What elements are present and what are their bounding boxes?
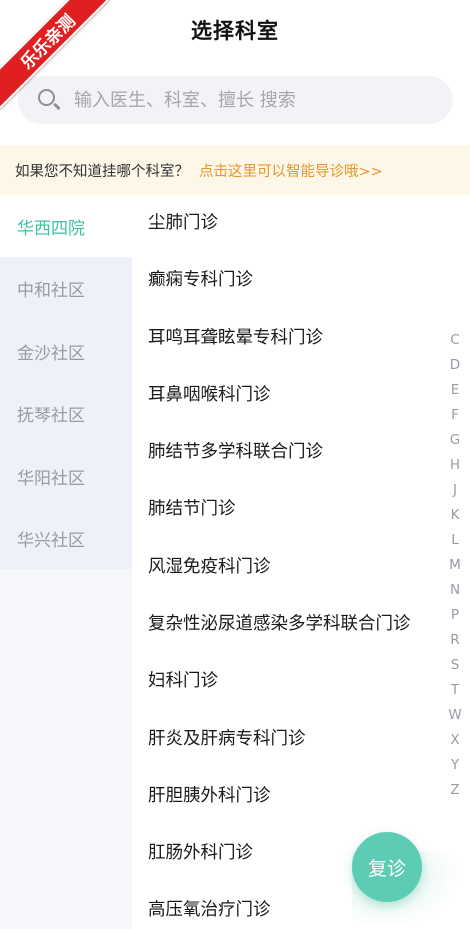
sidebar-item-huaxi-4[interactable]: 华西四院 xyxy=(0,195,132,257)
index-letter[interactable]: Y xyxy=(444,755,466,775)
index-letter[interactable]: N xyxy=(444,580,466,600)
index-letter[interactable]: X xyxy=(444,730,466,750)
smart-guide-link[interactable]: 点击这里可以智能导诊哦>> xyxy=(199,160,383,181)
index-letter[interactable]: R xyxy=(444,630,466,650)
sidebar-item-huaxing[interactable]: 华兴社区 xyxy=(0,507,132,569)
list-item[interactable]: 复杂性泌尿道感染多学科联合门诊 xyxy=(148,611,448,637)
index-letter[interactable]: L xyxy=(444,530,466,550)
revisit-button[interactable]: 复诊 xyxy=(352,832,422,902)
list-item[interactable]: 耳鸣耳聋眩晕专科门诊 xyxy=(148,325,448,351)
index-letter[interactable]: C xyxy=(444,330,466,350)
sidebar-item-zhonghe[interactable]: 中和社区 xyxy=(0,257,132,319)
sidebar-item-jinsha[interactable]: 金沙社区 xyxy=(0,320,132,382)
index-letter[interactable]: W xyxy=(444,705,466,725)
corner-badge: 乐乐亲测 xyxy=(0,0,110,110)
index-letter[interactable]: H xyxy=(444,455,466,475)
list-item[interactable]: 尘肺门诊 xyxy=(148,210,448,236)
list-item[interactable]: 肝炎及肝病专科门诊 xyxy=(148,726,448,752)
list-item[interactable]: 耳鼻咽喉科门诊 xyxy=(148,382,448,408)
index-letter[interactable]: K xyxy=(444,505,466,525)
index-letter[interactable]: Z xyxy=(444,780,466,800)
index-letter[interactable]: M xyxy=(444,555,466,575)
badge-text: 乐乐亲测 xyxy=(0,0,110,110)
page-title: 选择科室 xyxy=(191,19,279,43)
index-letter[interactable]: J xyxy=(444,480,466,500)
index-letter[interactable]: D xyxy=(444,355,466,375)
list-item[interactable]: 肝胆胰外科门诊 xyxy=(148,783,448,809)
search-input[interactable] xyxy=(74,89,434,111)
index-letter[interactable]: E xyxy=(444,380,466,400)
index-letter[interactable]: P xyxy=(444,605,466,625)
list-item[interactable]: 癫痫专科门诊 xyxy=(148,267,448,293)
list-item[interactable]: 肺结节多学科联合门诊 xyxy=(148,439,448,465)
sidebar-item-fuqin[interactable]: 抚琴社区 xyxy=(0,382,132,444)
index-letter[interactable]: T xyxy=(444,680,466,700)
index-letter[interactable]: S xyxy=(444,655,466,675)
smart-guide-notice: 如果您不知道挂哪个科室？ 点击这里可以智能导诊哦>> xyxy=(0,145,470,195)
campus-sidebar: 华西四院 中和社区 金沙社区 抚琴社区 华阳社区 华兴社区 xyxy=(0,195,132,929)
list-item[interactable]: 妇科门诊 xyxy=(148,668,448,694)
index-letter[interactable]: G xyxy=(444,430,466,450)
list-item[interactable]: 肺结节门诊 xyxy=(148,496,448,522)
index-letter[interactable]: F xyxy=(444,405,466,425)
list-item[interactable]: 风湿免疫科门诊 xyxy=(148,554,448,580)
sidebar-item-huayang[interactable]: 华阳社区 xyxy=(0,445,132,507)
notice-text: 如果您不知道挂哪个科室？ xyxy=(15,163,189,180)
